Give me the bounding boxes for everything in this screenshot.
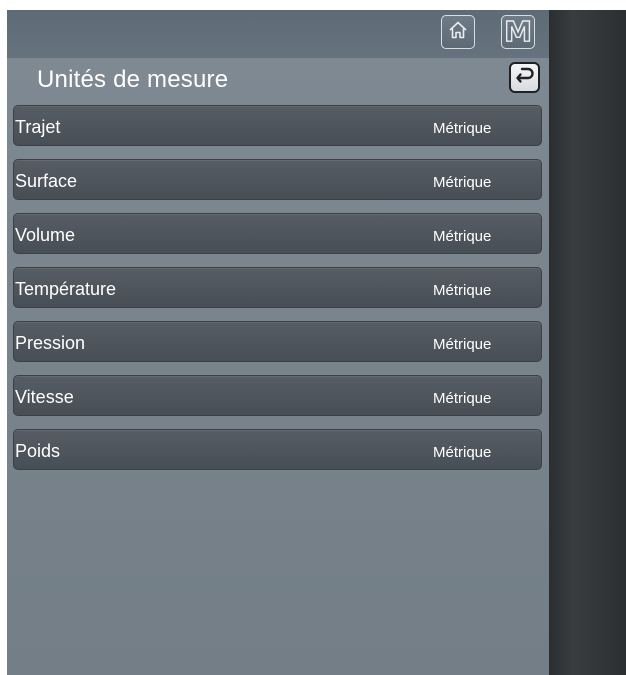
setting-label: Trajet	[15, 117, 61, 137]
back-button[interactable]	[509, 62, 540, 93]
setting-value: Métrique	[433, 174, 492, 191]
setting-label: Volume	[15, 225, 76, 245]
back-arrow-icon	[515, 66, 535, 89]
setting-label: Température	[15, 279, 117, 299]
screen: M Unités de mesure Trajet Métrique Surfa	[0, 0, 626, 675]
setting-value: Métrique	[433, 120, 492, 137]
side-bezel	[549, 10, 626, 675]
setting-row-temperature[interactable]: Température Métrique	[13, 267, 542, 308]
settings-panel: M Unités de mesure Trajet Métrique Surfa	[7, 10, 549, 675]
setting-row-poids[interactable]: Poids Métrique	[13, 429, 542, 470]
setting-row-trajet[interactable]: Trajet Métrique	[13, 105, 542, 146]
setting-value: Métrique	[433, 228, 492, 245]
setting-label: Pression	[15, 333, 86, 353]
home-button[interactable]	[441, 15, 475, 49]
setting-row-surface[interactable]: Surface Métrique	[13, 159, 542, 200]
page-title: Unités de mesure	[37, 66, 229, 93]
setting-value: Métrique	[433, 336, 492, 353]
setting-row-vitesse[interactable]: Vitesse Métrique	[13, 375, 542, 416]
setting-label: Poids	[15, 441, 61, 461]
home-icon	[447, 19, 469, 46]
setting-value: Métrique	[433, 282, 492, 299]
setting-value: Métrique	[433, 390, 492, 407]
top-bar: M	[7, 10, 549, 58]
setting-row-volume[interactable]: Volume Métrique	[13, 213, 542, 254]
setting-row-pression[interactable]: Pression Métrique	[13, 321, 542, 362]
mode-button[interactable]: M	[501, 15, 535, 49]
mode-button-label: M	[503, 15, 532, 48]
units-list: Trajet Métrique Surface Métrique Volume …	[13, 105, 542, 483]
setting-label: Surface	[15, 171, 78, 191]
setting-value: Métrique	[433, 444, 492, 461]
title-row: Unités de mesure	[7, 58, 549, 102]
setting-label: Vitesse	[15, 387, 74, 407]
